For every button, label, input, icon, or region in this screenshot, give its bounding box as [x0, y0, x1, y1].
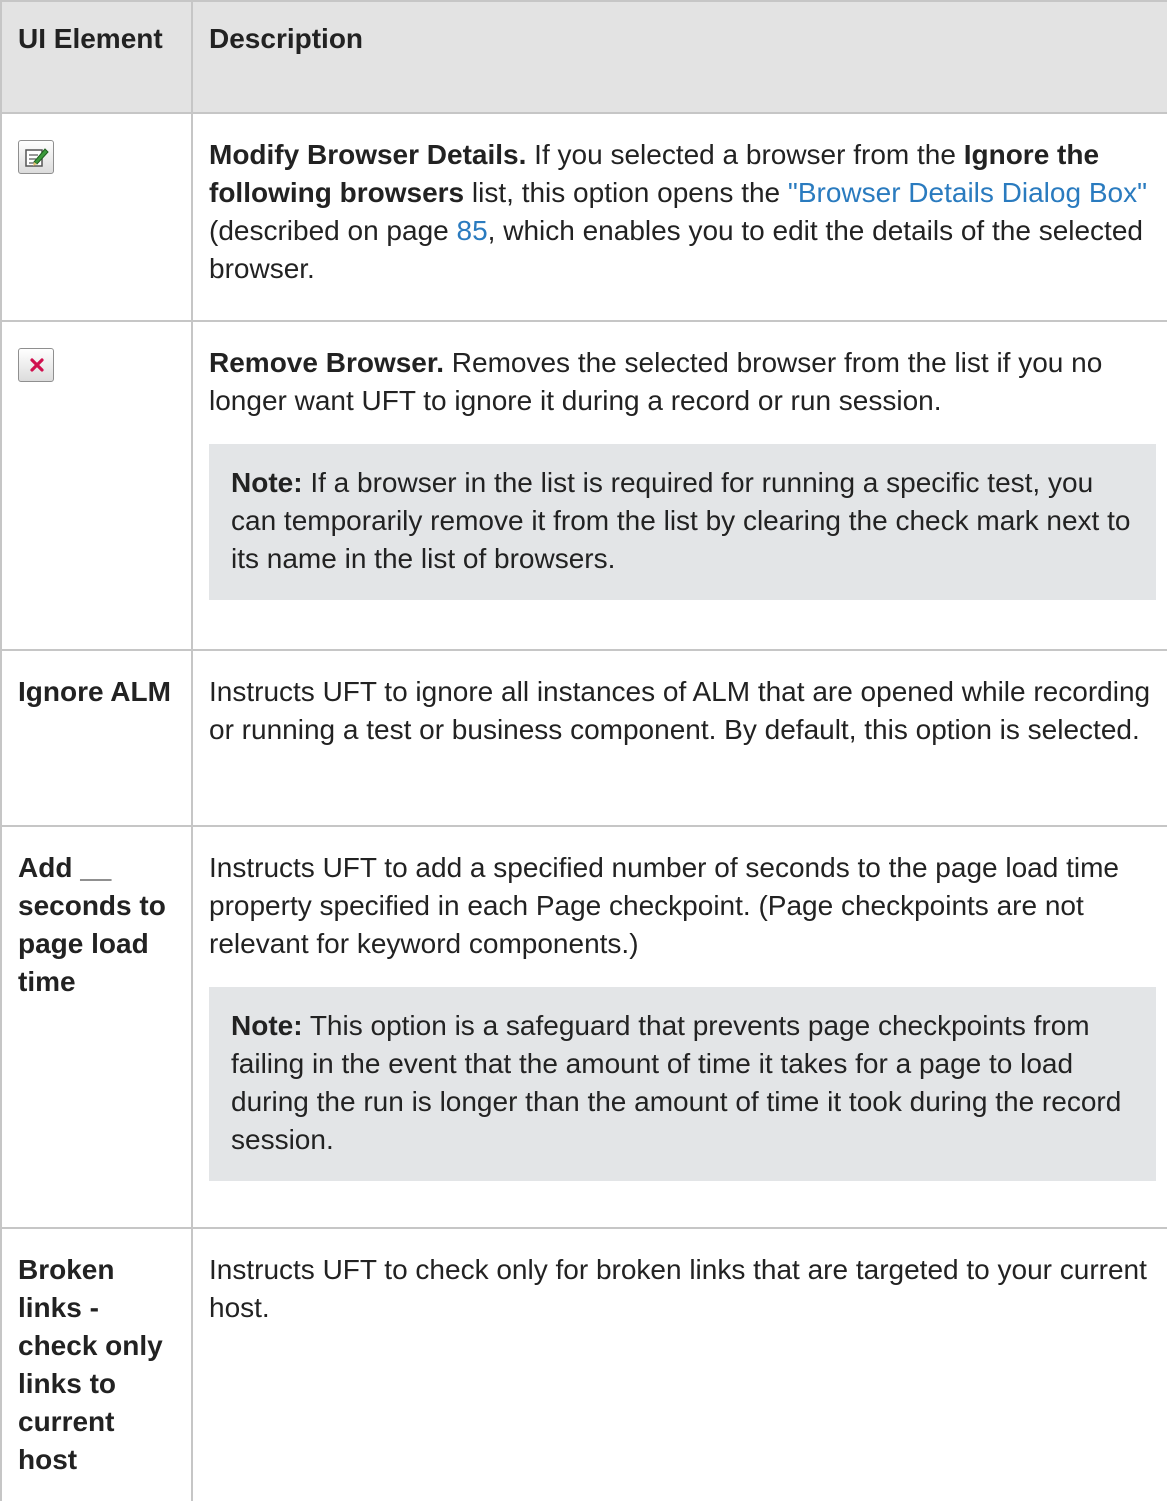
note-box: Note: If a browser in the list is requir… — [209, 444, 1156, 600]
note-label: Note: — [231, 467, 303, 498]
note-box: Note: This option is a safeguard that pr… — [209, 987, 1156, 1181]
element-cell: Ignore ALM — [0, 650, 192, 827]
table-row: Ignore ALM Instructs UFT to ignore all i… — [0, 650, 1167, 827]
note-text: This option is a safeguard that prevents… — [231, 1010, 1122, 1155]
note-text: If a browser in the list is required for… — [231, 467, 1131, 574]
description-text: list, this option opens the — [464, 177, 788, 208]
description-cell: Instructs UFT to check only for broken l… — [191, 1228, 1167, 1501]
page-link[interactable]: 85 — [457, 215, 488, 246]
table-row: Modify Browser Details. If you selected … — [0, 113, 1167, 322]
element-cell — [0, 321, 192, 651]
modify-browser-icon[interactable] — [18, 140, 54, 174]
table-header-row: UI Element Description — [0, 0, 1167, 114]
header-description: Description — [191, 0, 1167, 114]
browser-details-link[interactable]: "Browser Details Dialog Box" — [788, 177, 1147, 208]
description-cell: Instructs UFT to ignore all instances of… — [191, 650, 1167, 827]
options-table: UI Element Description Modify Browser De… — [0, 0, 1167, 1501]
description-text: If you selected a browser from the — [526, 139, 964, 170]
element-cell: Add __ seconds to page load time — [0, 826, 192, 1229]
table-row: Remove Browser. Removes the selected bro… — [0, 321, 1167, 651]
description-text: Instructs UFT to add a specified number … — [209, 852, 1119, 959]
description-cell: Remove Browser. Removes the selected bro… — [191, 321, 1167, 651]
remove-browser-icon[interactable] — [18, 348, 54, 382]
description-text: (described on page — [209, 215, 457, 246]
description-cell: Modify Browser Details. If you selected … — [191, 113, 1167, 322]
description-cell: Instructs UFT to add a specified number … — [191, 826, 1167, 1229]
option-title: Remove Browser. — [209, 347, 444, 378]
table-row: Broken links - check only links to curre… — [0, 1228, 1167, 1501]
element-cell — [0, 113, 192, 322]
table-row: Add __ seconds to page load time Instruc… — [0, 826, 1167, 1229]
element-cell: Broken links - check only links to curre… — [0, 1228, 192, 1501]
header-ui-element: UI Element — [0, 0, 192, 114]
note-label: Note: — [231, 1010, 303, 1041]
option-title: Modify Browser Details. — [209, 139, 527, 170]
